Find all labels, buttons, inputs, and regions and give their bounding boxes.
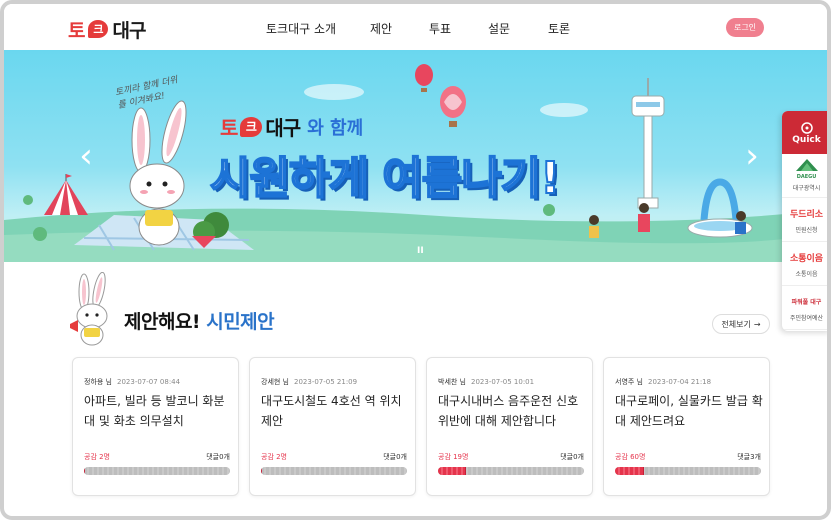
site-header: 토 크 대구 토크대구 소개 제안 투표 설문 토론 로그인: [4, 4, 827, 50]
quick-item-communication[interactable]: 소통이음 소통이음: [782, 242, 827, 286]
quick-item-complaint[interactable]: 두드리소 민원신청: [782, 198, 827, 242]
hot-air-balloon-icon: [440, 86, 466, 127]
daegu-logo-icon: [795, 159, 818, 171]
card-title: 대구로페이, 실물카드 발급 확대 제안드려요: [615, 394, 763, 428]
card-progress-fill: [84, 467, 86, 475]
card-title: 대구도시철도 4호선 역 위치 제안: [261, 394, 402, 428]
chevron-right-icon: ›: [745, 136, 759, 176]
nav-item-vote[interactable]: 투표: [429, 20, 488, 37]
card-likes: 공감 60명: [615, 453, 646, 461]
card-date: 2023-07-07 08:44: [117, 378, 181, 386]
83-tower-icon: [631, 78, 665, 209]
hero-banner[interactable]: 토끼라 함께 더위를 이겨봐요! 토 크 대구 와 함께 시원하게 여름나기! …: [4, 50, 827, 262]
card-author: 서영주 님: [615, 378, 643, 386]
section-title: 제안해요! 시민제안: [124, 307, 275, 334]
site-logo[interactable]: 토 크 대구: [68, 16, 146, 42]
card-author: 박세찬 님: [438, 378, 466, 386]
banner-logo-bubble: 크: [240, 116, 263, 137]
banner-logo-part1: 토: [220, 116, 238, 140]
card-author: 강세현 님: [261, 378, 289, 386]
quick-item-logo: 소통이음: [789, 254, 824, 264]
quick-icon: [800, 121, 813, 134]
view-all-button[interactable]: 전체보기 →: [712, 314, 770, 334]
card-meta: 서영주 님 2023-07-04 21:18: [615, 377, 711, 387]
quick-item-label: 대구광역시: [792, 185, 821, 192]
quick-item-budget[interactable]: 파워풀 대구 주민참여예산: [782, 286, 827, 330]
circus-tent-icon: [44, 174, 88, 215]
card-meta: 강세현 님 2023-07-05 21:09: [261, 377, 357, 387]
quick-menu-title: Quick: [792, 134, 821, 145]
banner-subtitle: 토 크 대구 와 함께: [220, 112, 363, 141]
logo-speech-bubble: 크: [88, 20, 109, 38]
card-comments: 댓글0개: [560, 453, 584, 461]
quick-item-daegu[interactable]: DAEGU 대구광역시: [782, 154, 827, 198]
banner-next-button[interactable]: ›: [740, 136, 764, 176]
chevron-left-icon: ‹: [79, 136, 93, 176]
banner-subtitle-text: 와 함께: [307, 117, 364, 139]
card-progress-bar: [615, 467, 761, 475]
nav-item-survey[interactable]: 설문: [488, 20, 548, 37]
banner-pause-button[interactable]: II: [417, 246, 424, 256]
card-date: 2023-07-05 10:01: [471, 378, 535, 386]
view-all-label: 전체보기: [721, 319, 751, 329]
card-title: 대구시내버스 음주운전 신호위반에 대해 제안합니다: [438, 394, 579, 428]
browser-frame: 토 크 대구 토크대구 소개 제안 투표 설문 토론 로그인 토끼라 함께 더위…: [0, 0, 831, 520]
card-progress-bar: [84, 467, 230, 475]
quick-item-logo: DAEGU: [796, 173, 817, 180]
card-likes: 공감 2명: [261, 453, 287, 461]
quick-item-logo: 파워풀 대구: [791, 299, 822, 306]
banner-logo-part2: 대구: [265, 116, 301, 140]
banner-headline: 시원하게 여름나기!: [209, 152, 561, 205]
card-comments: 댓글0개: [206, 453, 230, 461]
card-stats: 공감 19명 댓글0개: [438, 452, 584, 462]
hot-air-balloon-icon: [415, 64, 433, 92]
card-likes: 공감 19명: [438, 453, 469, 461]
quick-item-label: 민원신청: [795, 226, 818, 234]
card-comments: 댓글3개: [737, 453, 761, 461]
card-stats: 공감 2명 댓글0개: [261, 452, 407, 462]
proposal-card[interactable]: 박세찬 님 2023-07-05 10:01 대구시내버스 음주운전 신호위반에 …: [426, 357, 593, 496]
nav-item-about[interactable]: 토크대구 소개: [266, 20, 370, 37]
card-progress-fill: [438, 467, 466, 475]
card-progress-fill: [261, 467, 263, 475]
quick-menu: Quick DAEGU 대구광역시 두드리소 민원신청 소통이음 소통이음 파워…: [782, 111, 827, 331]
card-progress-bar: [261, 467, 407, 475]
quick-item-label: 소통이음: [795, 270, 818, 278]
card-author: 정하용 님: [84, 378, 112, 386]
nav-item-debate[interactable]: 토론: [548, 20, 588, 37]
quick-item-label: 주민참여예산: [789, 314, 824, 322]
login-button[interactable]: 로그인: [726, 18, 764, 37]
card-date: 2023-07-05 21:09: [294, 378, 358, 386]
section-title-main: 제안해요!: [124, 311, 201, 333]
card-title: 아파트, 빌라 등 발코니 화분대 및 화초 의무설치: [84, 394, 225, 428]
proposal-card[interactable]: 정하용 님 2023-07-07 08:44 아파트, 빌라 등 발코니 화분대 …: [72, 357, 239, 496]
quick-item-logo: 두드리소: [789, 210, 824, 220]
card-stats: 공감 60명 댓글3개: [615, 452, 761, 462]
nav-item-proposal[interactable]: 제안: [370, 20, 429, 37]
card-stats: 공감 2명 댓글0개: [84, 452, 230, 462]
logo-text-part2: 대구: [112, 19, 146, 42]
card-meta: 정하용 님 2023-07-07 08:44: [84, 377, 180, 387]
proposal-card[interactable]: 강세현 님 2023-07-05 21:09 대구도시철도 4호선 역 위치 제안…: [249, 357, 416, 496]
card-likes: 공감 2명: [84, 453, 110, 461]
banner-prev-button[interactable]: ‹: [74, 136, 98, 176]
card-progress-fill: [615, 467, 645, 475]
section-title-accent: 시민제안: [206, 311, 275, 333]
main-nav: 토크대구 소개 제안 투표 설문 토론: [266, 20, 588, 37]
card-meta: 박세찬 님 2023-07-05 10:01: [438, 377, 534, 387]
arrow-right-icon: →: [753, 319, 761, 329]
logo-text-part1: 토: [68, 19, 86, 42]
proposal-card[interactable]: 서영주 님 2023-07-04 21:18 대구로페이, 실물카드 발급 확대 …: [603, 357, 770, 496]
rabbit-megaphone-icon: [70, 272, 108, 346]
card-date: 2023-07-04 21:18: [648, 378, 712, 386]
card-progress-bar: [438, 467, 584, 475]
card-comments: 댓글0개: [383, 453, 407, 461]
quick-menu-header: Quick: [782, 111, 827, 154]
